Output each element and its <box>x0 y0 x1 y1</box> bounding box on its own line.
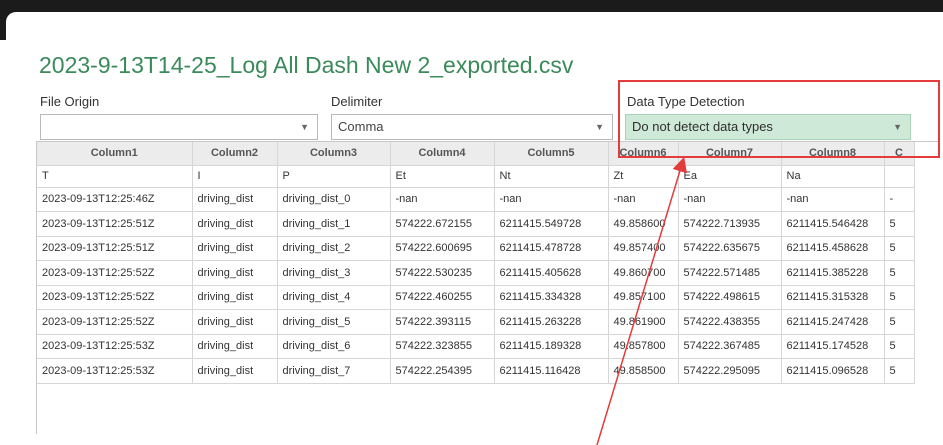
annotation-arrow <box>596 156 688 445</box>
